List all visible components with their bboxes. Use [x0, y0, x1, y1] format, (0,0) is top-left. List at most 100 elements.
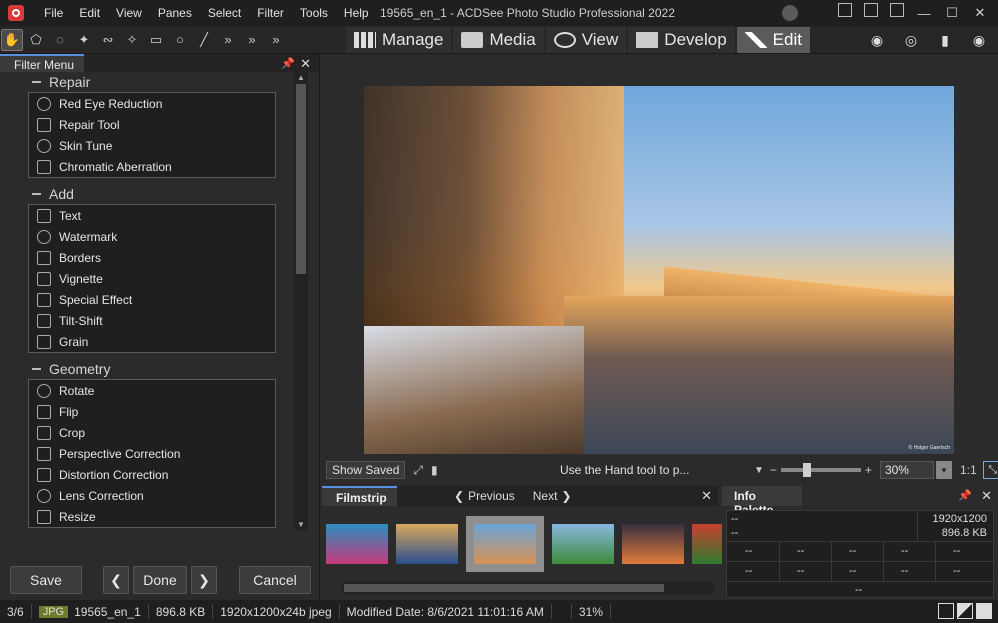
unselected-icon[interactable] — [938, 603, 954, 619]
mode-develop[interactable]: Develop — [628, 27, 735, 53]
pin-icon[interactable]: 📌 — [958, 489, 972, 502]
zoom-in-icon[interactable]: + — [865, 463, 872, 477]
menu-filter[interactable]: Filter — [249, 6, 292, 20]
next-link[interactable]: Next — [533, 489, 558, 503]
zoom-input[interactable]: 30% — [879, 461, 934, 479]
pin-icon[interactable]: 📌 — [281, 57, 295, 70]
tab-info-palette[interactable]: Info Palette — [722, 486, 802, 517]
histogram-icon[interactable]: ▮ — [431, 463, 438, 477]
filmstrip-scrollbar[interactable] — [342, 582, 714, 594]
close-panel-icon[interactable]: ✕ — [300, 56, 311, 72]
mode-view[interactable]: View — [545, 27, 627, 53]
filmstrip-thumbnail[interactable] — [552, 524, 614, 564]
minimize-button[interactable]: — — [910, 3, 938, 23]
zoom-slider[interactable] — [780, 463, 861, 477]
filter-vignette[interactable]: Vignette — [29, 268, 275, 289]
magic-select-icon[interactable]: ✦ — [73, 29, 95, 51]
filmstrip-thumbnail[interactable] — [326, 524, 388, 564]
menu-help[interactable]: Help — [336, 6, 377, 20]
section-repair-header[interactable]: Repair — [28, 72, 276, 92]
filter-distortion-correction[interactable]: Distortion Correction — [29, 464, 275, 485]
filter-crop[interactable]: Crop — [29, 422, 275, 443]
filter-special-effect[interactable]: Special Effect — [29, 289, 275, 310]
close-filmstrip-icon[interactable]: ✕ — [701, 488, 712, 504]
magic-wand-icon[interactable]: ✧ — [121, 29, 143, 51]
previous-filter-button[interactable]: ❮ — [103, 566, 129, 594]
lasso-select-icon[interactable]: ◌ — [49, 29, 71, 51]
half-selected-icon[interactable] — [957, 603, 973, 619]
filter-resize[interactable]: Resize — [29, 506, 275, 527]
close-button[interactable]: ✕ — [966, 3, 994, 23]
filter-borders[interactable]: Borders — [29, 247, 275, 268]
mode-media[interactable]: Media — [453, 27, 544, 53]
filter-watermark[interactable]: Watermark — [29, 226, 275, 247]
filter-chromatic-aberration[interactable]: Chromatic Aberration — [29, 156, 275, 177]
filter-grain[interactable]: Grain — [29, 331, 275, 352]
next-filter-button[interactable]: ❯ — [191, 566, 217, 594]
filter-perspective-correction[interactable]: Perspective Correction — [29, 443, 275, 464]
scroll-thumb[interactable] — [296, 84, 306, 274]
next-icon[interactable]: ❯ — [561, 489, 571, 503]
scroll-down-icon[interactable]: ▼ — [297, 520, 305, 529]
menu-edit[interactable]: Edit — [71, 6, 108, 20]
freehand-lasso-icon[interactable]: ∾ — [97, 29, 119, 51]
365-icon[interactable]: ◎ — [898, 28, 924, 52]
done-button[interactable]: Done — [133, 566, 187, 594]
menu-view[interactable]: View — [108, 6, 150, 20]
filter-lens-correction[interactable]: Lens Correction — [29, 485, 275, 506]
filter-text[interactable]: Text — [29, 205, 275, 226]
filter-rotate[interactable]: Rotate — [29, 380, 275, 401]
filmstrip-thumbnail[interactable] — [466, 516, 544, 572]
mode-edit[interactable]: Edit — [736, 27, 810, 53]
line-tool-icon[interactable]: ╱ — [193, 29, 215, 51]
section-geometry-header[interactable]: Geometry — [28, 359, 276, 379]
save-button[interactable]: Save — [10, 566, 82, 594]
previous-icon[interactable]: ❮ — [454, 489, 464, 503]
more-tools-3-icon[interactable]: » — [265, 29, 287, 51]
close-info-icon[interactable]: ✕ — [981, 488, 992, 504]
account-icon[interactable] — [782, 5, 798, 21]
layout-right-panel-icon[interactable] — [890, 3, 904, 17]
scroll-thumb[interactable] — [344, 584, 664, 592]
filter-flip[interactable]: Flip — [29, 401, 275, 422]
mode-manage[interactable]: Manage — [346, 27, 452, 53]
previous-link[interactable]: Previous — [468, 489, 515, 503]
menu-tools[interactable]: Tools — [292, 6, 336, 20]
rectangle-select-icon[interactable]: ▭ — [145, 29, 167, 51]
acdsee-logo-icon[interactable] — [8, 5, 24, 21]
filter-repair-tool[interactable]: Repair Tool — [29, 114, 275, 135]
zoom-select-arrow-icon[interactable]: ▼ — [935, 461, 952, 479]
menu-select[interactable]: Select — [200, 6, 249, 20]
section-add-header[interactable]: Add — [28, 184, 276, 204]
more-tools-2-icon[interactable]: » — [241, 29, 263, 51]
zoom-out-icon[interactable]: − — [770, 463, 777, 477]
hand-tool-icon[interactable]: ✋ — [1, 28, 23, 51]
zoom-slider-knob[interactable] — [802, 463, 811, 477]
fit-image-icon[interactable]: ⤡ — [982, 461, 998, 479]
photo-canvas[interactable]: © Holger Gaertsch — [364, 86, 954, 454]
scroll-up-icon[interactable]: ▲ — [297, 73, 305, 82]
maximize-button[interactable]: ☐ — [938, 3, 966, 23]
zoom-dropdown-icon[interactable]: ▼ — [754, 465, 764, 476]
filter-scrollbar[interactable]: ▲ ▼ — [294, 72, 308, 530]
filter-skin-tune[interactable]: Skin Tune — [29, 135, 275, 156]
filmstrip-thumbnail[interactable] — [622, 524, 684, 564]
more-tools-icon[interactable]: » — [217, 29, 239, 51]
show-saved-button[interactable]: Show Saved — [326, 461, 406, 479]
tab-filmstrip[interactable]: Filmstrip — [322, 486, 397, 506]
bar-chart-icon[interactable]: ▮ — [932, 28, 958, 52]
menu-panes[interactable]: Panes — [150, 6, 200, 20]
filter-tilt-shift[interactable]: Tilt-Shift — [29, 310, 275, 331]
eye-swirl-icon[interactable]: ◉ — [966, 28, 992, 52]
filmstrip-thumbnail[interactable] — [396, 524, 458, 564]
film-reel-icon[interactable]: ◉ — [864, 28, 890, 52]
filter-red-eye[interactable]: Red Eye Reduction — [29, 93, 275, 114]
ellipse-select-icon[interactable]: ○ — [169, 29, 191, 51]
tab-filter-menu[interactable]: Filter Menu — [0, 54, 85, 72]
layout-bottom-panel-icon[interactable] — [864, 3, 878, 17]
actual-size-label[interactable]: 1:1 — [960, 463, 977, 477]
layout-left-panel-icon[interactable] — [838, 3, 852, 17]
cancel-button[interactable]: Cancel — [239, 566, 311, 594]
fullscreen-icon[interactable]: ⤢ — [413, 463, 423, 478]
menu-file[interactable]: File — [36, 6, 71, 20]
